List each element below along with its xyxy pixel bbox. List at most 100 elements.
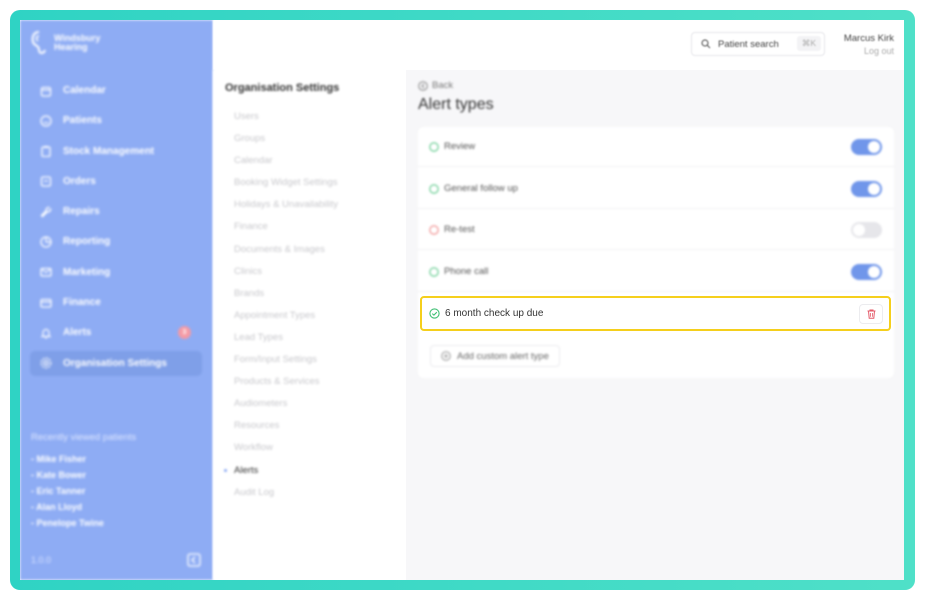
user-name: Marcus Kirk	[843, 33, 894, 44]
status-circle-icon	[429, 266, 439, 277]
recent-patient-link[interactable]: - Mike Fisher	[31, 452, 104, 468]
settings-item-label: Lead Types	[234, 331, 283, 343]
settings-item-audiometers[interactable]: Audiometers	[234, 397, 338, 419]
sidebar-item-patients[interactable]: Patients	[30, 108, 202, 133]
settings-item-label: Appointment Types	[234, 309, 316, 321]
sidebar-item-alerts[interactable]: Alerts 3	[30, 320, 202, 345]
patient-search-button[interactable]: Patient search ⌘K	[691, 32, 825, 56]
sidebar-item-label: Alerts	[63, 327, 92, 339]
toggle-knob	[853, 224, 865, 236]
plus-circle-icon	[441, 351, 451, 361]
settings-item-brands[interactable]: Brands	[234, 287, 338, 309]
settings-item-label: Users	[234, 111, 259, 122]
settings-item-users[interactable]: Users	[234, 110, 338, 132]
sidebar-item-label: Calendar	[63, 85, 106, 96]
settings-item-label: Groups	[234, 133, 266, 145]
settings-item-finance[interactable]: Finance	[234, 220, 338, 242]
settings-item-holidays-unavailability[interactable]: Holidays & Unavailability	[234, 198, 338, 220]
add-custom-alert-type-button[interactable]: Add custom alert type	[430, 345, 560, 367]
sidebar-item-label: Patients	[63, 115, 102, 127]
sidebar-item-orders[interactable]: Orders	[30, 169, 202, 194]
bell-icon	[40, 328, 52, 339]
card-icon	[40, 298, 52, 308]
gear-icon	[40, 357, 52, 369]
alert-type-row: Review	[418, 127, 894, 167]
sidebar: Windsbury Hearing Calendar Patients Stock …	[20, 20, 213, 580]
custom-alert-row[interactable]: 6 month check up due	[420, 296, 891, 331]
sidebar-item-calendar[interactable]: Calendar	[30, 78, 202, 103]
logout-link[interactable]: Log out	[864, 46, 894, 56]
settings-item-appointment-types[interactable]: Appointment Types	[234, 309, 338, 331]
add-custom-alert-type-label: Add custom alert type	[457, 350, 549, 362]
settings-item-label: Holidays & Unavailability	[234, 199, 339, 211]
delete-alert-button[interactable]	[859, 304, 883, 324]
sidebar-item-label: Reporting	[63, 236, 111, 248]
chart-icon	[40, 236, 52, 248]
settings-item-groups[interactable]: Groups	[234, 132, 338, 154]
search-icon	[701, 39, 711, 49]
settings-item-alerts[interactable]: Alerts	[224, 464, 338, 486]
settings-item-label: Audiometers	[234, 398, 288, 410]
settings-item-label: Products & Services	[234, 376, 320, 388]
alert-type-label: Re-test	[444, 224, 475, 235]
settings-item-products-services[interactable]: Products & Services	[234, 375, 338, 397]
settings-item-label: Alerts	[234, 464, 259, 476]
settings-item-lead-types[interactable]: Lead Types	[234, 331, 338, 353]
alert-type-toggle[interactable]	[851, 222, 882, 238]
alert-type-row: Re-test	[418, 210, 894, 250]
settings-item-audit-log[interactable]: Audit Log	[234, 486, 338, 508]
settings-item-booking-widget-settings[interactable]: Booking Widget Settings	[234, 176, 338, 198]
sidebar-item-label: Marketing	[63, 266, 111, 278]
settings-item-calendar[interactable]: Calendar	[234, 154, 338, 176]
active-indicator-dot	[224, 468, 227, 472]
check-circle-icon	[429, 308, 440, 319]
settings-item-clinics[interactable]: Clinics	[234, 265, 338, 287]
alert-type-toggle[interactable]	[851, 139, 882, 155]
sidebar-item-repairs[interactable]: Repairs	[30, 199, 202, 224]
sidebar-item-organisation-settings[interactable]: Organisation Settings	[30, 350, 202, 376]
settings-item-workflow[interactable]: Workflow	[234, 441, 338, 463]
sidebar-item-label: Orders	[63, 175, 96, 187]
settings-item-documents-images[interactable]: Documents & Images	[234, 243, 338, 265]
brand-name: Windsbury Hearing	[54, 33, 101, 52]
version-label: 1.0.0	[31, 555, 52, 565]
alert-type-toggle[interactable]	[851, 263, 882, 280]
recent-patient-link[interactable]: - Alan Lloyd	[31, 500, 104, 516]
status-circle-icon	[429, 183, 439, 194]
patients-icon	[40, 115, 52, 127]
sidebar-item-label: Stock Management	[63, 145, 155, 157]
sidebar-item-label: Finance	[63, 297, 101, 309]
sidebar-nav: Calendar Patients Stock Management Orders Re…	[30, 78, 202, 381]
settings-item-label: Finance	[234, 221, 268, 233]
collapse-sidebar-icon[interactable]	[187, 553, 201, 567]
settings-item-label: Brands	[234, 287, 265, 299]
alert-type-toggle[interactable]	[851, 180, 882, 197]
sidebar-item-marketing[interactable]: Marketing	[30, 260, 202, 285]
brand-logo[interactable]: Windsbury Hearing	[30, 30, 114, 56]
settings-item-label: Documents & Images	[234, 243, 325, 255]
settings-item-label: Clinics	[234, 265, 262, 277]
sidebar-item-label: Organisation Settings	[63, 357, 167, 369]
toggle-knob	[868, 182, 880, 195]
recent-patient-link[interactable]: - Eric Tanner	[31, 484, 104, 500]
settings-nav: Organisation Settings Users Groups Calenda…	[213, 70, 406, 580]
top-bar: Patient search ⌘K Marcus Kirk Log out	[213, 20, 904, 70]
alert-type-row: Phone call	[418, 252, 894, 292]
settings-item-resources[interactable]: Resources	[234, 419, 338, 441]
alert-type-label: General follow up	[444, 182, 518, 194]
sidebar-item-stock-management[interactable]: Stock Management	[30, 139, 202, 164]
settings-item-label: Calendar	[234, 155, 273, 167]
alert-type-row: General follow up	[418, 169, 894, 209]
back-link[interactable]: Back	[418, 80, 453, 91]
sidebar-item-finance[interactable]: Finance	[30, 290, 202, 315]
search-shortcut: ⌘K	[796, 36, 821, 51]
settings-item-label: Form/Input Settings	[234, 354, 317, 366]
recent-patient-link[interactable]: - Kate Bower	[31, 468, 104, 484]
wrench-icon	[40, 206, 52, 218]
settings-item-form-input-settings[interactable]: Form/Input Settings	[234, 353, 338, 375]
sidebar-item-reporting[interactable]: Reporting	[30, 229, 202, 254]
back-arrow-icon	[418, 80, 428, 91]
settings-item-label: Resources	[234, 420, 280, 432]
recent-patient-link[interactable]: - Penelope Twine	[31, 516, 104, 532]
recent-patients-title: Recently viewed patients	[31, 432, 137, 443]
